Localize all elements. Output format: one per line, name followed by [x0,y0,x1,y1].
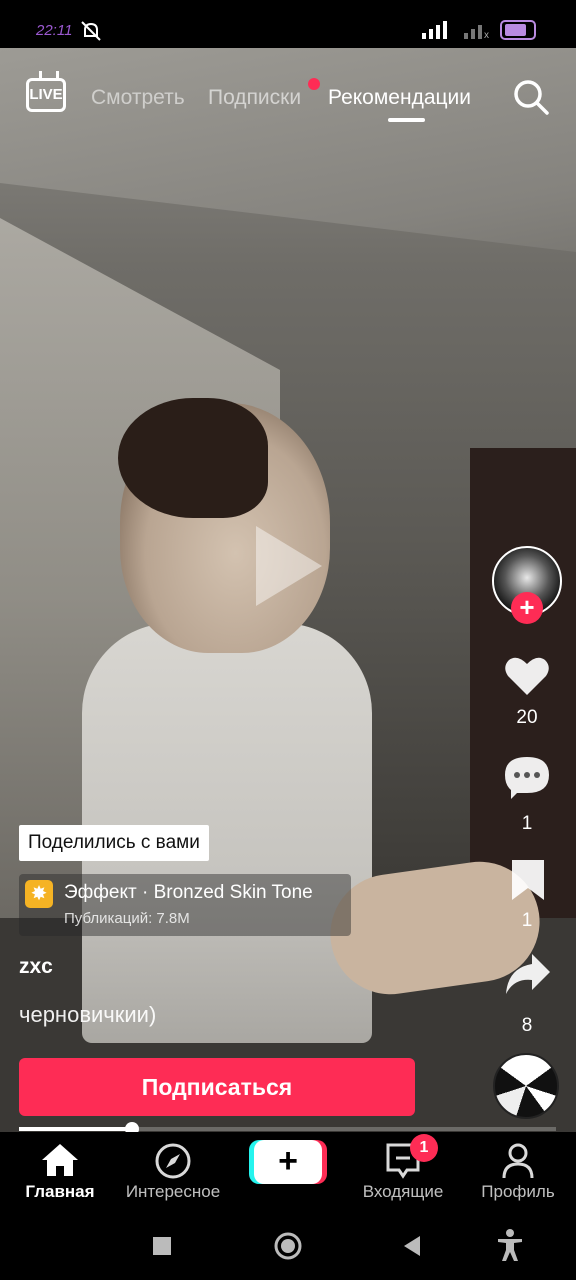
comment-count: 1 [521,813,533,834]
battery-icon [500,20,536,40]
save-count: 1 [521,910,533,931]
effect-sparkle-icon: ✸ [25,880,53,908]
play-icon[interactable] [256,526,322,606]
live-icon[interactable]: LIVE [26,78,66,112]
share-count: 8 [521,1015,533,1036]
nav-profile[interactable]: Профиль [458,1132,576,1212]
search-icon[interactable] [512,78,550,116]
signal-off-icon: x [464,25,489,39]
svg-text:x: x [484,30,489,39]
video-person-hair [118,398,268,518]
accessibility-icon[interactable] [496,1228,524,1262]
comment-icon[interactable] [503,755,551,799]
author-name[interactable]: zxc [19,955,53,979]
status-indicators: x [422,20,536,40]
music-disc-icon[interactable] [493,1053,559,1119]
recents-square-icon[interactable] [152,1236,172,1256]
home-circle-icon[interactable] [274,1232,302,1260]
effect-post-count: Публикаций: 7.8M [64,910,190,927]
effect-name: Эффект · Bronzed Skin Tone [64,882,313,903]
bell-muted-icon [81,21,101,41]
top-nav: LIVE Смотреть Подписки Рекомендации [0,70,576,130]
nav-profile-label: Профиль [481,1182,555,1201]
nav-inbox[interactable]: Входящие [343,1132,463,1212]
progress-fill [19,1127,132,1131]
subscribe-button[interactable]: Подписаться [19,1058,415,1116]
compass-icon [155,1143,191,1179]
like-count: 20 [516,707,538,728]
shared-with-you-label: Поделились с вами [19,825,209,861]
bookmark-icon[interactable] [510,858,546,902]
system-nav [0,1212,576,1280]
nav-inbox-label: Входящие [362,1182,444,1201]
inbox-badge: 1 [410,1134,438,1162]
video-player[interactable] [0,48,576,1132]
tab-recommendations[interactable]: Рекомендации [328,86,471,110]
create-button[interactable]: + [254,1140,322,1184]
back-triangle-icon[interactable] [402,1234,422,1258]
profile-icon [502,1143,534,1179]
effect-chip[interactable]: ✸ Эффект · Bronzed Skin Tone Публикаций:… [19,874,351,936]
nav-discover-label: Интересное [125,1182,221,1201]
nav-home[interactable]: Главная [0,1132,120,1212]
share-icon[interactable] [504,952,552,996]
nav-discover[interactable]: Интересное [113,1132,233,1212]
home-icon [42,1144,78,1176]
active-tab-indicator [388,118,425,122]
follow-plus-button[interactable]: + [511,592,543,624]
notification-dot [308,78,320,90]
tab-watch[interactable]: Смотреть [91,86,185,110]
signal-icon [422,21,447,39]
video-description: черновичкии) [19,1002,157,1027]
heart-icon[interactable] [504,655,550,697]
status-time: 22:11 [36,22,73,39]
tab-subscriptions[interactable]: Подписки [208,86,301,110]
playback-progress[interactable] [19,1122,556,1136]
status-bar: 22:11 x [0,0,576,48]
nav-home-label: Главная [25,1182,95,1201]
